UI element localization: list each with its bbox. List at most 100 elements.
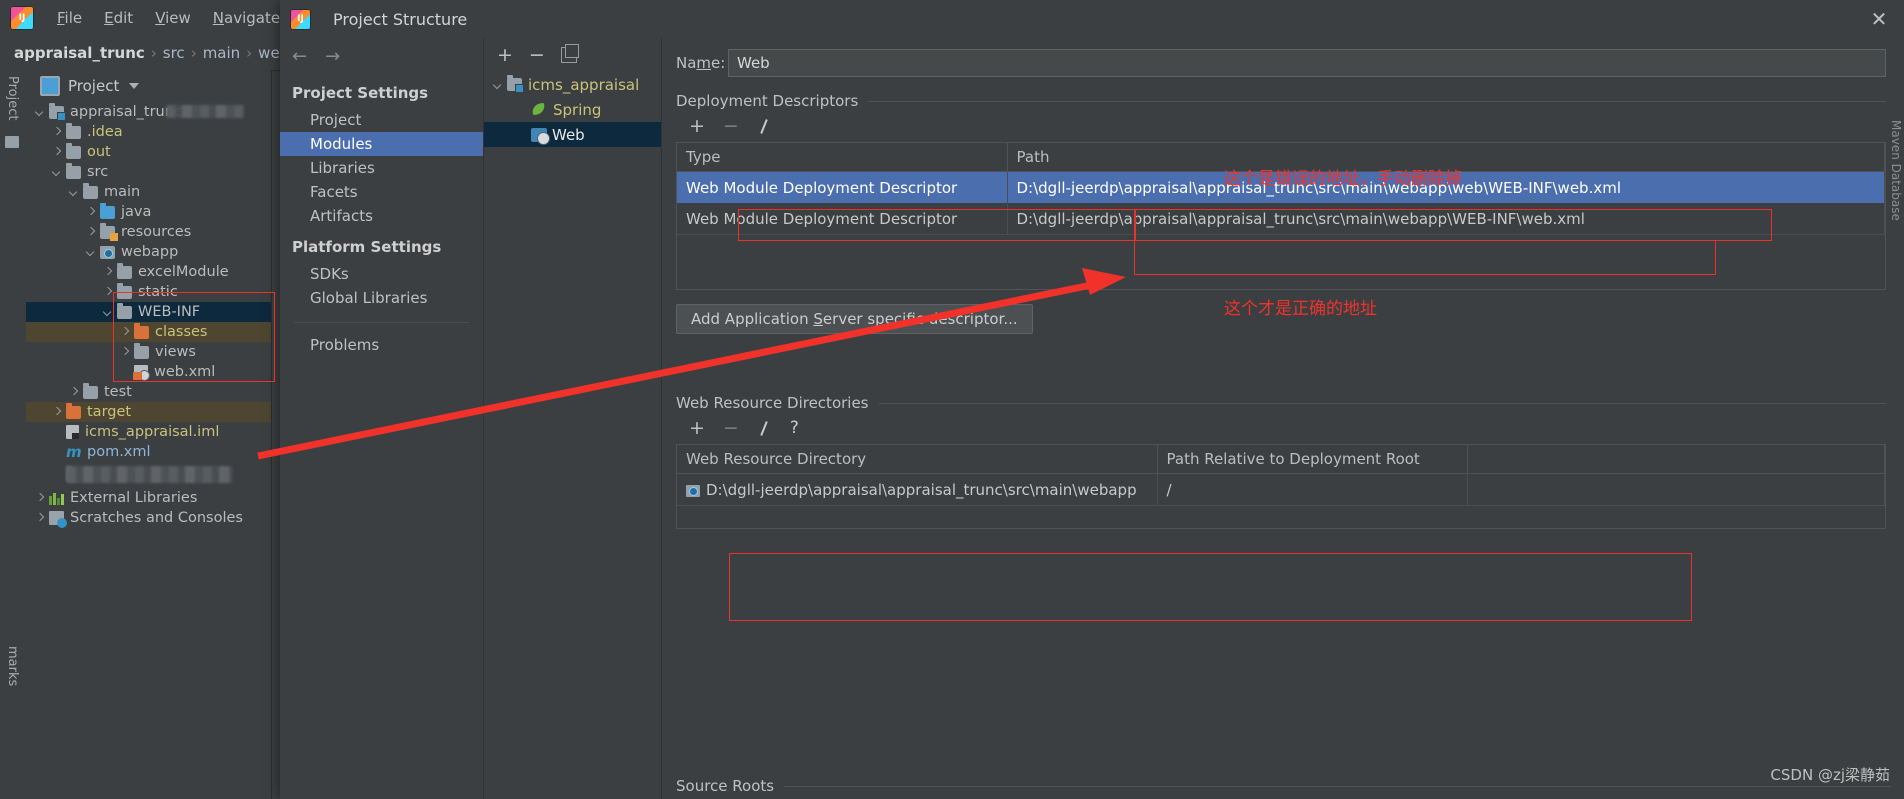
chevron-right-icon[interactable]: [36, 494, 44, 502]
edit-icon[interactable]: [757, 119, 772, 134]
nav-item-facets[interactable]: Facets: [280, 180, 483, 204]
tree-item-resources[interactable]: resources: [26, 222, 271, 242]
breadcrumb-item-1[interactable]: src: [163, 44, 185, 62]
module-item-icms-appraisal[interactable]: icms_appraisal: [484, 72, 661, 97]
nav-item-modules[interactable]: Modules: [280, 132, 483, 156]
tree-item-pom-xml[interactable]: m pom.xml: [26, 442, 271, 462]
tree-item-webapp[interactable]: webapp: [26, 242, 271, 262]
folder-gray-icon: [134, 342, 149, 359]
tree-item-blurred[interactable]: [26, 462, 271, 488]
close-icon[interactable]: ✕: [1868, 9, 1890, 31]
tree-item-src[interactable]: src: [26, 162, 271, 182]
chevron-right-icon[interactable]: [121, 348, 129, 356]
arrow-right-icon[interactable]: →: [325, 46, 340, 67]
module-item-spring[interactable]: Spring: [484, 97, 661, 122]
folder-orange-icon: [134, 322, 149, 339]
breadcrumb-item-0[interactable]: appraisal_trunc: [14, 44, 145, 62]
tree-item-classes[interactable]: classes: [26, 322, 271, 342]
chevron-right-icon[interactable]: [104, 288, 112, 296]
tool-window-button-project[interactable]: Project: [5, 76, 20, 120]
project-panel-header[interactable]: Project: [26, 70, 271, 102]
blurred-text: [166, 105, 244, 118]
tree-item-test[interactable]: test: [26, 382, 271, 402]
module-folder-icon: [507, 75, 524, 93]
nav-item-project[interactable]: Project: [280, 108, 483, 132]
breadcrumb-item-2[interactable]: main: [203, 44, 240, 62]
module-list[interactable]: icms_appraisal Spring Web: [484, 72, 661, 147]
module-item-label: icms_appraisal: [528, 75, 640, 94]
add-icon[interactable]: +: [497, 45, 513, 65]
module-item-web[interactable]: Web: [484, 122, 661, 147]
add-application-server-descriptor-button[interactable]: Add Application Server specific descript…: [676, 304, 1033, 334]
project-panel-title: Project: [68, 77, 120, 95]
folder-gray-icon: [83, 182, 98, 199]
menu-navigate[interactable]: Navigate: [202, 0, 291, 36]
menu-edit[interactable]: Edit: [93, 0, 144, 36]
chevron-right-icon[interactable]: [87, 228, 95, 236]
tree-item-web-xml[interactable]: web.xml: [26, 362, 271, 382]
tree-item-target[interactable]: target: [26, 402, 271, 422]
help-icon[interactable]: ?: [790, 418, 799, 438]
nav-item-global-libraries[interactable]: Global Libraries: [280, 286, 483, 310]
folder-gray-icon: [117, 262, 132, 279]
chevron-down-icon[interactable]: [36, 108, 44, 116]
nav-item-libraries[interactable]: Libraries: [280, 156, 483, 180]
chevron-right-icon[interactable]: [36, 514, 44, 522]
table-row[interactable]: Web Module Deployment Descriptor D:\dgll-…: [677, 203, 1885, 234]
chevron-down-icon[interactable]: [70, 188, 78, 196]
module-item-label: Web: [552, 125, 585, 144]
menu-view[interactable]: View: [144, 0, 202, 36]
nav-item-sdks[interactable]: SDKs: [280, 262, 483, 286]
chevron-right-icon[interactable]: [87, 208, 95, 216]
remove-icon[interactable]: −: [723, 418, 739, 438]
arrow-left-icon[interactable]: ←: [292, 46, 307, 67]
tree-item-appraisal-trunc[interactable]: appraisal_trunc: [26, 102, 271, 122]
chevron-right-icon[interactable]: [53, 128, 61, 136]
divider: [294, 322, 469, 323]
tree-item-icms-appraisal-iml[interactable]: icms_appraisal.iml: [26, 422, 271, 442]
folder-gray-icon: [83, 382, 98, 399]
web-resource-directories-table[interactable]: Web Resource Directory Path Relative to …: [676, 444, 1886, 529]
add-icon[interactable]: +: [689, 418, 705, 438]
remove-icon[interactable]: −: [529, 45, 545, 65]
tree-item-web-inf[interactable]: WEB-INF: [26, 302, 271, 322]
tree-item-label: web.xml: [154, 364, 216, 380]
chevron-right-icon[interactable]: [121, 328, 129, 336]
folder-gray-icon: [66, 142, 81, 159]
add-icon[interactable]: +: [689, 116, 705, 136]
tree-item-java[interactable]: java: [26, 202, 271, 222]
copy-icon[interactable]: [560, 44, 579, 63]
tree-item-label: src: [87, 164, 109, 180]
edit-icon[interactable]: [757, 421, 772, 436]
chevron-down-icon[interactable]: [87, 248, 95, 256]
tree-item-static[interactable]: static: [26, 282, 271, 302]
tree-item--idea[interactable]: .idea: [26, 122, 271, 142]
nav-item-artifacts[interactable]: Artifacts: [280, 204, 483, 228]
tree-item-main[interactable]: main: [26, 182, 271, 202]
remove-icon[interactable]: −: [723, 116, 739, 136]
tree-item-excelmodule[interactable]: excelModule: [26, 262, 271, 282]
menu-file[interactable]: File: [46, 0, 93, 36]
chevron-right-icon[interactable]: [53, 408, 61, 416]
nav-item-problems[interactable]: Problems: [280, 333, 483, 357]
project-file-tree[interactable]: appraisal_trunc .idea out src main java resour…: [26, 102, 271, 528]
chevron-down-icon[interactable]: [53, 168, 61, 176]
table-row[interactable]: D:\dgll-jeerdp\appraisal\appraisal_trunc…: [677, 473, 1885, 505]
column-header-spacer: [1467, 445, 1885, 474]
table-header-row: Web Resource Directory Path Relative to …: [677, 445, 1885, 474]
module-name-input[interactable]: Web: [728, 49, 1886, 77]
tree-item-scratches-and-consoles[interactable]: Scratches and Consoles: [26, 508, 271, 528]
chevron-right-icon[interactable]: [53, 148, 61, 156]
chevron-right-icon[interactable]: [104, 268, 112, 276]
tool-window-button-bookmarks[interactable]: marks: [5, 646, 20, 686]
breadcrumb-separator: ›: [190, 44, 197, 62]
project-structure-dialog: Project Structure ✕ ← → Project Settings…: [280, 0, 1904, 799]
chevron-down-icon[interactable]: [494, 81, 502, 89]
chevron-right-icon[interactable]: [70, 388, 78, 396]
tree-item-out[interactable]: out: [26, 142, 271, 162]
chevron-down-icon[interactable]: [104, 308, 112, 316]
chevron-down-icon[interactable]: [129, 83, 140, 89]
tree-item-views[interactable]: views: [26, 342, 271, 362]
tree-item-external-libraries[interactable]: External Libraries: [26, 488, 271, 508]
tree-item-label: classes: [155, 324, 208, 340]
